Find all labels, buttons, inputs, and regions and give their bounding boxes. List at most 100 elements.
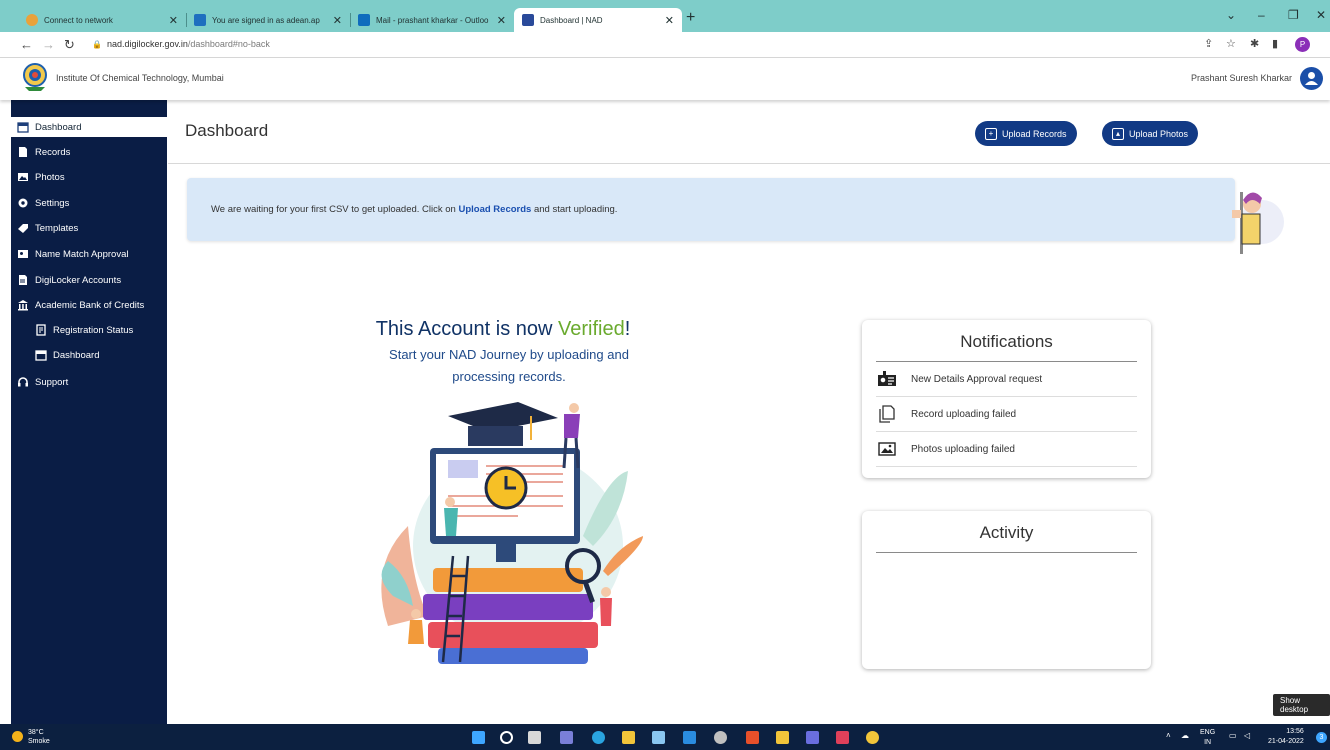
minimize-button[interactable]: – [1258, 8, 1265, 22]
volume-icon[interactable]: ◁ [1244, 731, 1250, 740]
notification-badge[interactable]: 3 [1316, 732, 1327, 743]
weather-widget[interactable]: 38°C Smoke [28, 728, 50, 746]
drive-icon[interactable] [776, 731, 789, 744]
upload-photos-label: Upload Photos [1129, 128, 1189, 139]
store-icon[interactable] [652, 731, 665, 744]
show-desktop-tooltip: Show desktop [1273, 694, 1330, 716]
reload-icon[interactable]: ↻ [64, 37, 75, 53]
share-icon[interactable]: ⇪ [1204, 37, 1213, 50]
sidebar-item-digilocker-accounts[interactable]: DigiLocker Accounts [11, 270, 167, 290]
notification-item[interactable]: Photos uploading failed [876, 432, 1137, 467]
verified-heading: This Account is now Verified! [370, 318, 636, 341]
sidebar-item-support[interactable]: Support [11, 372, 167, 392]
sidebar: Dashboard Records Photos Settings Templa… [11, 100, 167, 724]
windows-start-icon[interactable] [472, 731, 485, 744]
sidepanel-icon[interactable]: ▮ [1272, 37, 1278, 50]
sidebar-item-abc-dashboard[interactable]: Dashboard [11, 345, 167, 365]
sidebar-item-label: Settings [35, 197, 70, 209]
notification-item[interactable]: Record uploading failed [876, 397, 1137, 432]
upload-records-button[interactable]: + Upload Records [975, 121, 1077, 146]
star-icon[interactable]: ☆ [1226, 37, 1236, 50]
browser-tab-dashboard[interactable]: Dashboard | NAD ✕ [514, 8, 682, 32]
url-path: /dashboard#no-back [187, 39, 270, 49]
verified-suffix: ! [624, 318, 631, 340]
banner-text-start: We are waiting for your first CSV to get… [211, 204, 459, 215]
journey-line-2: processing records. [452, 369, 566, 384]
browser-tab-connect[interactable]: Connect to network ✕ [18, 8, 186, 32]
document-icon [17, 274, 29, 286]
back-icon[interactable]: ← [20, 37, 33, 52]
browser-tab-signed-in[interactable]: You are signed in as adean.ap ✕ [186, 8, 350, 32]
close-tab-icon[interactable]: ✕ [169, 14, 178, 27]
mail-icon[interactable] [683, 731, 696, 744]
app-header: Institute Of Chemical Technology, Mumbai… [0, 58, 1330, 100]
tag-icon [17, 222, 29, 234]
notification-item[interactable]: New Details Approval request [876, 362, 1137, 397]
verified-word: Verified [558, 318, 625, 340]
chevron-up-icon[interactable]: ˄ [1166, 731, 1171, 740]
banner-upload-records-link[interactable]: Upload Records [458, 204, 531, 215]
sidebar-item-label: Support [35, 376, 69, 388]
close-window-button[interactable]: ✕ [1316, 8, 1326, 22]
sidebar-item-dashboard[interactable]: Dashboard [11, 117, 167, 137]
browser-profile-avatar[interactable]: P [1295, 37, 1310, 52]
search-icon[interactable] [500, 731, 513, 744]
chrome-icon[interactable] [866, 731, 879, 744]
browser-tab-mail[interactable]: Mail - prashant kharkar - Outloo ✕ [350, 8, 514, 32]
file-explorer-icon[interactable] [622, 731, 635, 744]
network-icon[interactable]: ▭ [1229, 731, 1237, 740]
notification-label: New Details Approval request [911, 373, 1043, 385]
s-logo-icon [194, 14, 206, 26]
upload-file-icon: + [985, 127, 997, 140]
calendar-icon [17, 121, 29, 133]
address-bar: ← → ↻ 🔒 nad.digilocker.gov.in/dashboard#n… [0, 32, 1330, 58]
browser-tab-bar: Connect to network ✕ You are signed in a… [0, 0, 1330, 32]
image-icon [876, 440, 898, 458]
activity-divider [876, 552, 1137, 553]
extensions-icon[interactable]: ✱ [1250, 37, 1259, 50]
restore-button[interactable]: ❐ [1288, 8, 1299, 22]
forward-icon[interactable]: → [42, 37, 55, 52]
tab-title: Mail - prashant kharkar - Outloo [376, 15, 489, 25]
time: 13:56 [1286, 728, 1304, 735]
url-domain: nad.digilocker.gov.in [106, 39, 188, 49]
clock[interactable]: 13:56 21-04-2022 [1268, 727, 1304, 747]
user-avatar[interactable] [1300, 67, 1323, 90]
sidebar-item-academic-bank-of-credits[interactable]: Academic Bank of Credits [11, 295, 167, 315]
task-view-icon[interactable] [528, 731, 541, 744]
new-tab-button[interactable]: + [686, 9, 695, 27]
edge-icon[interactable] [592, 731, 605, 744]
sidebar-item-photos[interactable]: Photos [11, 167, 167, 187]
sidebar-item-label: DigiLocker Accounts [35, 274, 122, 286]
teams-icon[interactable] [806, 731, 819, 744]
notifications-title: Notifications [960, 332, 1053, 351]
nad-favicon-icon [522, 14, 534, 26]
settings-app-icon[interactable] [714, 731, 727, 744]
user-name[interactable]: Prashant Suresh Kharkar [1191, 73, 1292, 83]
lock-icon: 🔒 [92, 40, 102, 49]
sidebar-item-settings[interactable]: Settings [11, 193, 167, 213]
sidebar-item-registration-status[interactable]: Registration Status [11, 320, 167, 340]
office-icon[interactable] [746, 731, 759, 744]
id-card-icon [17, 248, 29, 260]
teams-chat-icon[interactable] [560, 731, 573, 744]
close-tab-icon[interactable]: ✕ [333, 14, 342, 27]
close-tab-icon[interactable]: ✕ [497, 14, 506, 27]
url-field[interactable]: 🔒 nad.digilocker.gov.in/dashboard#no-back [92, 39, 270, 49]
cloud-icon[interactable]: ☁ [1181, 731, 1189, 740]
calendar-icon [35, 349, 47, 361]
notification-label: Record uploading failed [911, 408, 1017, 420]
close-tab-icon[interactable]: ✕ [665, 14, 674, 27]
chevron-down-icon[interactable]: ⌄ [1226, 8, 1236, 22]
sidebar-item-templates[interactable]: Templates [11, 218, 167, 238]
tab-title: You are signed in as adean.ap [212, 15, 320, 25]
upload-photos-button[interactable]: ▴ Upload Photos [1102, 121, 1199, 146]
banner-text: We are waiting for your first CSV to get… [211, 204, 617, 215]
weather-sun-icon[interactable] [12, 731, 23, 742]
temperature: 38°C [28, 729, 44, 736]
sidebar-item-name-match-approval[interactable]: Name Match Approval [11, 244, 167, 264]
sidebar-item-records[interactable]: Records [11, 142, 167, 162]
language-indicator[interactable]: ENG IN [1200, 728, 1215, 748]
app-g-icon[interactable] [836, 731, 849, 744]
info-banner: We are waiting for your first CSV to get… [187, 178, 1235, 241]
